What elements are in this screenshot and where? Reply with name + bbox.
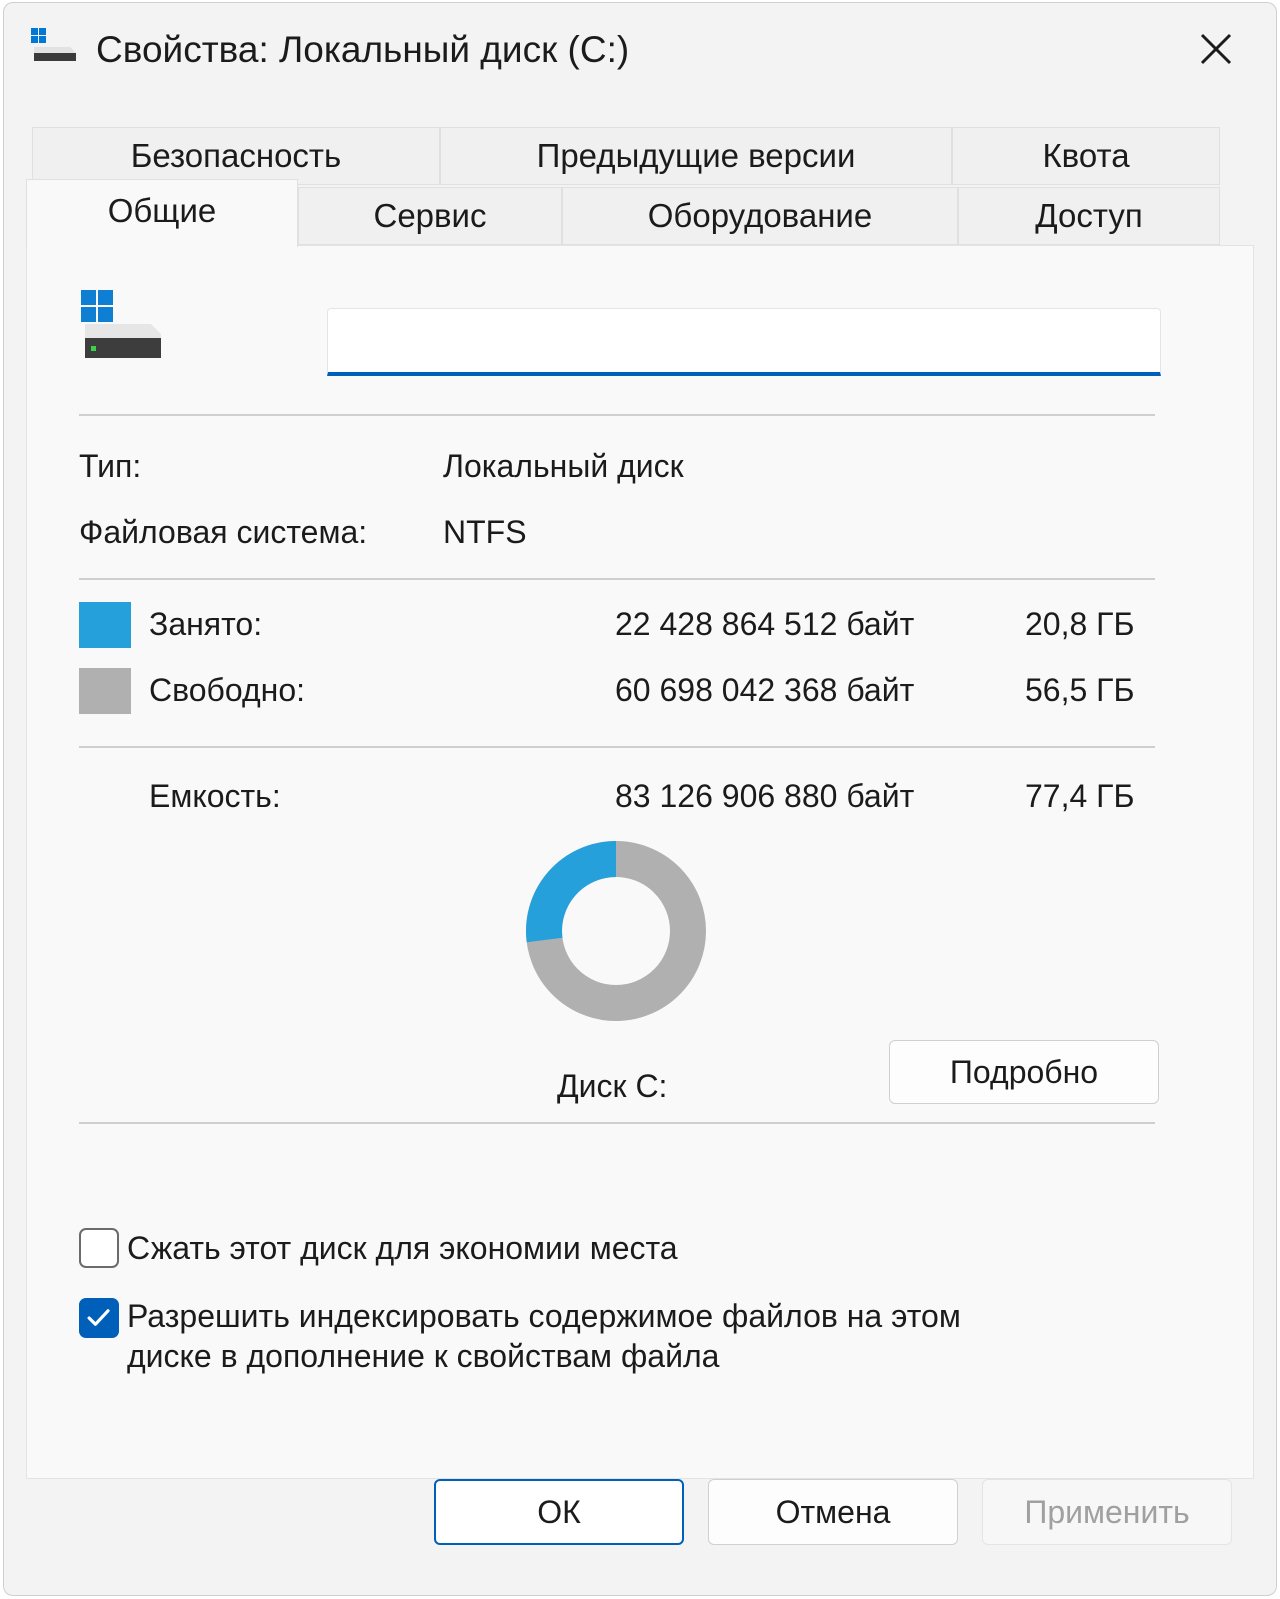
filesystem-value: NTFS bbox=[443, 514, 527, 550]
compress-checkbox[interactable] bbox=[79, 1228, 119, 1268]
separator bbox=[79, 1122, 1155, 1124]
separator bbox=[79, 414, 1155, 416]
type-label: Тип: bbox=[79, 448, 142, 484]
compress-label: Сжать этот диск для экономии места bbox=[127, 1230, 678, 1266]
volume-label-input[interactable] bbox=[327, 308, 1161, 376]
separator bbox=[79, 746, 1155, 748]
properties-dialog: Свойства: Локальный диск (C:) Безопаснос… bbox=[3, 2, 1277, 1596]
used-space-swatch bbox=[79, 602, 131, 648]
ok-button[interactable]: ОК bbox=[434, 1479, 684, 1545]
type-value: Локальный диск bbox=[443, 448, 684, 484]
cancel-button[interactable]: Отмена bbox=[708, 1479, 958, 1545]
capacity-bytes: 83 126 906 880 байт bbox=[615, 778, 915, 814]
free-size: 56,5 ГБ bbox=[1025, 672, 1135, 708]
used-size: 20,8 ГБ bbox=[1025, 606, 1135, 642]
tab-security[interactable]: Безопасность bbox=[32, 127, 440, 185]
tab-quota[interactable]: Квота bbox=[952, 127, 1220, 185]
free-bytes: 60 698 042 368 байт bbox=[615, 672, 915, 708]
capacity-label: Емкость: bbox=[149, 778, 281, 814]
index-checkbox[interactable] bbox=[79, 1298, 119, 1338]
details-button[interactable]: Подробно bbox=[889, 1040, 1159, 1104]
tab-hardware[interactable]: Оборудование bbox=[562, 187, 958, 245]
title-bar: Свойства: Локальный диск (C:) bbox=[4, 3, 1276, 99]
index-label-line1: Разрешить индексировать содержимое файло… bbox=[127, 1298, 961, 1334]
windows-drive-icon bbox=[81, 290, 161, 358]
disk-usage-donut bbox=[526, 841, 706, 1021]
tab-sharing[interactable]: Доступ bbox=[958, 187, 1220, 245]
drive-icon bbox=[31, 28, 76, 61]
close-icon[interactable] bbox=[1194, 27, 1238, 71]
separator bbox=[79, 578, 1155, 580]
index-label-line2: диске в дополнение к свойствам файла bbox=[127, 1338, 720, 1374]
free-label: Свободно: bbox=[149, 672, 305, 708]
used-bytes: 22 428 864 512 байт bbox=[615, 606, 915, 642]
apply-button[interactable]: Применить bbox=[982, 1479, 1232, 1545]
window-title: Свойства: Локальный диск (C:) bbox=[96, 29, 630, 70]
used-label: Занято: bbox=[149, 606, 263, 642]
checkmark-icon bbox=[87, 1309, 110, 1326]
free-space-swatch bbox=[79, 668, 131, 714]
tab-previous-versions[interactable]: Предыдущие версии bbox=[440, 127, 952, 185]
disk-label: Диск C: bbox=[557, 1068, 668, 1104]
capacity-size: 77,4 ГБ bbox=[1025, 778, 1135, 814]
tab-general[interactable]: Общие bbox=[26, 179, 298, 247]
filesystem-label: Файловая система: bbox=[79, 514, 368, 550]
general-tab-panel: Тип: Локальный диск Файловая система: NT… bbox=[26, 245, 1254, 1479]
donut-used-arc bbox=[526, 841, 617, 943]
tab-tools[interactable]: Сервис bbox=[298, 187, 562, 245]
